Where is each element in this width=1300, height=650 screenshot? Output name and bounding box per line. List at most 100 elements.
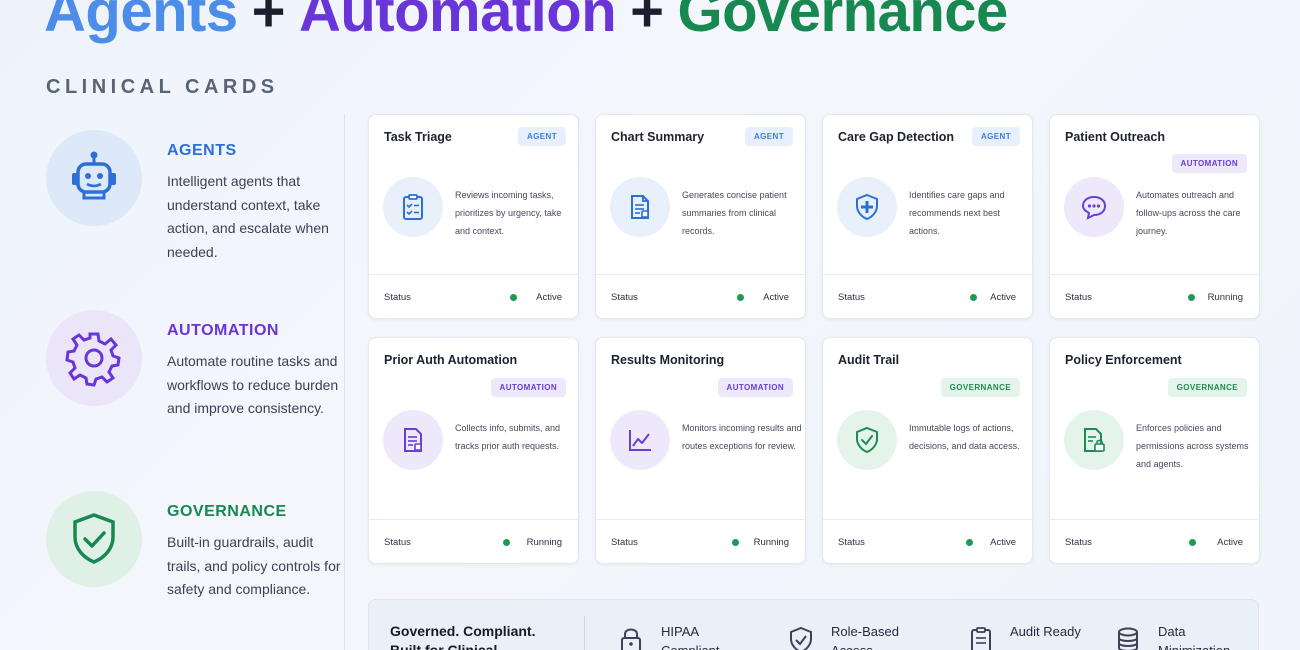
category-desc: Built-in guardrails, audit trails, and p… (167, 534, 341, 597)
compliance-panel: Governed. Compliant. Built for Clinical … (368, 599, 1259, 650)
status-value: Running (1207, 292, 1243, 303)
card-title: Chart Summary (611, 130, 705, 144)
card-desc: Identifies care gaps and recommends next… (909, 190, 1005, 236)
hero-plus: + (630, 0, 664, 44)
card-desc: Enforces policies and permissions across… (1136, 423, 1249, 469)
status-dot (1188, 294, 1195, 301)
status-label: Status (1065, 537, 1092, 548)
hero-agents: Agents (44, 0, 238, 44)
card-policy-enforcement[interactable]: Policy Enforcement GOVERNANCE Enforces p… (1049, 337, 1260, 564)
gear-icon (46, 310, 142, 406)
card-badge: AUTOMATION (490, 378, 566, 397)
card-separator (1050, 519, 1259, 520)
card-title: Patient Outreach (1065, 130, 1166, 144)
card-badge: AGENT (518, 127, 566, 146)
status-label: Status (611, 537, 638, 548)
card-chart-summary[interactable]: Chart Summary AGENT Generates concise pa… (595, 114, 806, 319)
status-label: Status (384, 537, 411, 548)
hero-governance: Governance (677, 0, 1009, 44)
shield-check-icon (837, 410, 897, 470)
divider (344, 114, 345, 650)
document-icon (610, 177, 670, 237)
category-title: AUTOMATION (167, 322, 279, 339)
card-patient-outreach[interactable]: Patient Outreach AUTOMATION Automates ou… (1049, 114, 1260, 319)
card-title: Care Gap Detection (838, 130, 955, 144)
status-label: Status (838, 537, 865, 548)
status-dot (732, 539, 739, 546)
status-dot (966, 539, 973, 546)
card-task-triage[interactable]: Task Triage AGENT Reviews incoming tasks… (368, 114, 579, 319)
card-results-monitoring[interactable]: Results Monitoring AUTOMATION Monitors i… (595, 337, 806, 564)
category-title: AGENTS (167, 142, 237, 159)
shield-check-icon (46, 491, 142, 587)
status-dot (510, 294, 517, 301)
card-audit-trail[interactable]: Audit Trail GOVERNANCE Immutable logs of… (822, 337, 1033, 564)
card-title: Task Triage (384, 130, 452, 144)
divider (584, 616, 585, 650)
card-separator (369, 519, 578, 520)
feature-hipaa: HIPAA Compliant (661, 624, 720, 650)
card-badge: AGENT (745, 127, 793, 146)
card-separator (823, 519, 1032, 520)
status-dot (970, 294, 977, 301)
hero-automation: Automation (298, 0, 617, 44)
category-title: GOVERNANCE (167, 503, 287, 520)
robot-icon (46, 130, 142, 226)
clipboard-icon (971, 627, 991, 650)
card-badge: GOVERNANCE (1167, 378, 1247, 397)
card-desc: Monitors incoming results and routes exc… (682, 423, 802, 451)
status-dot (737, 294, 744, 301)
card-separator (369, 274, 578, 275)
card-desc: Reviews incoming tasks, prioritizes by u… (455, 190, 562, 236)
shield-plus-icon (837, 177, 897, 237)
card-title: Results Monitoring (611, 353, 725, 367)
document-lock-icon (1064, 410, 1124, 470)
status-label: Status (384, 292, 411, 303)
database-icon (1118, 627, 1138, 650)
feature-data-minimization: Data Minimization (1158, 624, 1230, 650)
shield-check-icon (790, 626, 812, 650)
status-label: Status (611, 292, 638, 303)
category-desc: Automate routine tasks and workflows to … (167, 353, 339, 416)
status-value: Active (1217, 537, 1243, 548)
card-title: Prior Auth Automation (384, 353, 518, 367)
hero-title: Agents + Automation + Governance (44, 0, 1008, 45)
status-value: Running (526, 537, 562, 548)
lock-icon (621, 628, 641, 650)
card-title: Policy Enforcement (1065, 353, 1182, 367)
status-dot (1189, 539, 1196, 546)
card-badge: AUTOMATION (1171, 154, 1247, 173)
status-dot (503, 539, 510, 546)
card-separator (1050, 274, 1259, 275)
card-care-gap-detection[interactable]: Care Gap Detection AGENT Identifies care… (822, 114, 1033, 319)
section-label: CLINICAL CARDS (46, 76, 279, 98)
category-desc: Intelligent agents that understand conte… (167, 173, 329, 260)
card-desc: Immutable logs of actions, decisions, an… (909, 423, 1020, 451)
status-label: Status (1065, 292, 1092, 303)
card-separator (596, 274, 805, 275)
card-badge: GOVERNANCE (940, 378, 1020, 397)
status-label: Status (838, 292, 865, 303)
status-value: Active (536, 292, 562, 303)
feature-audit-ready: Audit Ready (1010, 624, 1081, 639)
card-separator (596, 519, 805, 520)
status-value: Active (990, 537, 1016, 548)
status-value: Active (990, 292, 1016, 303)
card-desc: Automates outreach and follow-ups across… (1136, 190, 1241, 236)
card-prior-auth-automation[interactable]: Prior Auth Automation AUTOMATION Collect… (368, 337, 579, 564)
clipboard-check-icon (383, 177, 443, 237)
trend-chart-icon (610, 410, 670, 470)
card-title: Audit Trail (838, 353, 900, 367)
chat-icon (1064, 177, 1124, 237)
feature-role-based: Role-Based Access (831, 624, 899, 650)
compliance-title: Governed. Compliant. Built for Clinical (390, 623, 536, 650)
status-value: Running (753, 537, 789, 548)
document-icon (383, 410, 443, 470)
hero-plus: + (251, 0, 286, 44)
status-value: Active (763, 292, 789, 303)
card-desc: Generates concise patient summaries from… (682, 190, 787, 236)
card-badge: AGENT (972, 127, 1020, 146)
card-badge: AUTOMATION (717, 378, 793, 397)
card-desc: Collects info, submits, and tracks prior… (455, 423, 561, 451)
card-separator (823, 274, 1032, 275)
